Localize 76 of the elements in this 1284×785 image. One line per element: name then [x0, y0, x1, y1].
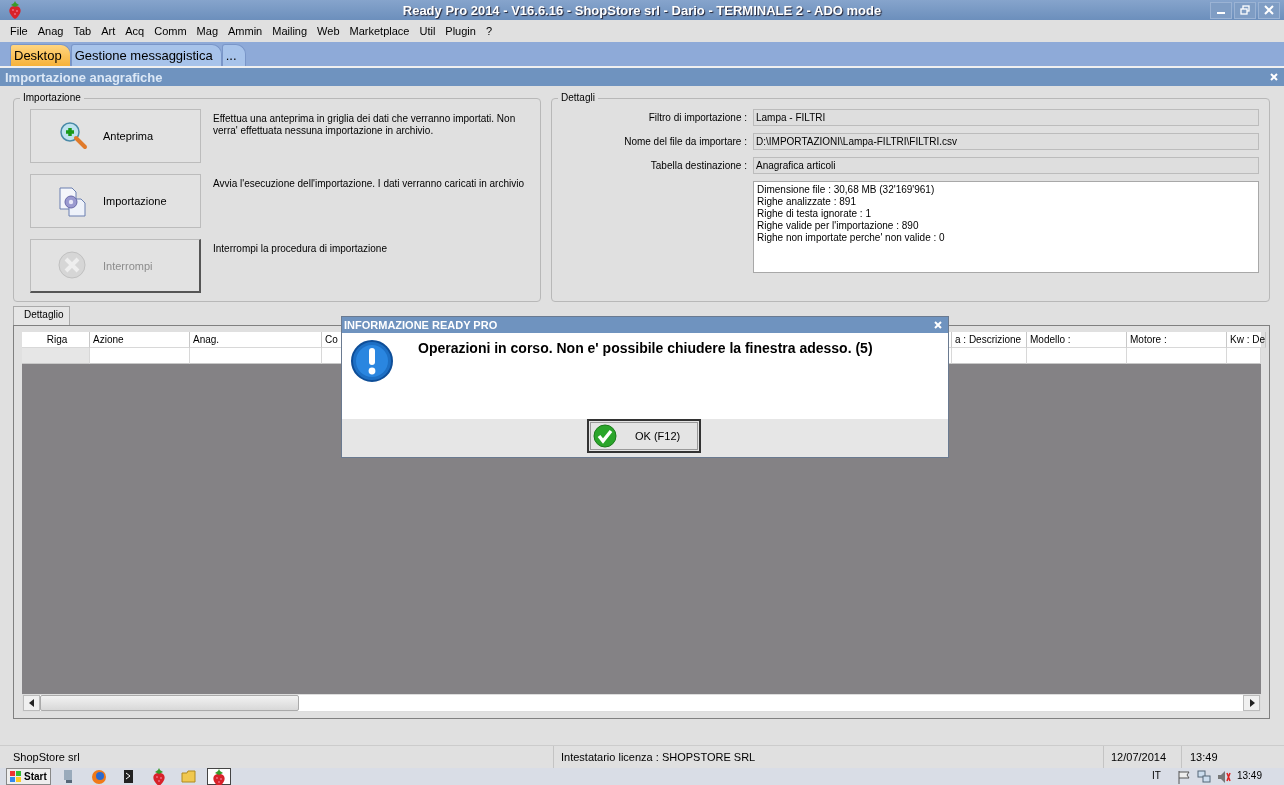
log-line: Righe valide per l'importazione : 890 [757, 220, 920, 232]
network-icon [1196, 770, 1211, 784]
field-label: Nome del file da importare : [623, 135, 747, 149]
dialog-title: INFORMAZIONE READY PRO [344, 318, 498, 331]
filter-cell[interactable] [22, 348, 90, 364]
right-arrow-icon [1248, 699, 1255, 707]
action-button[interactable]: Anteprima [30, 109, 201, 163]
close-button[interactable] [1258, 1, 1280, 19]
checkmark-icon [593, 424, 617, 448]
menu-item[interactable]: Marketplace [344, 25, 415, 37]
cross-circle-icon [57, 249, 89, 282]
scroll-right-button[interactable] [1243, 695, 1260, 711]
restore-button[interactable] [1234, 1, 1256, 19]
left-arrow-icon [28, 699, 35, 707]
ok-button[interactable]: OK (F12) [587, 419, 701, 453]
horizontal-scrollbar[interactable] [22, 694, 1261, 712]
clock-text: 13:49 [1236, 769, 1262, 783]
exclamation-icon [350, 338, 394, 383]
action-button[interactable]: Importazione [30, 174, 201, 228]
taskbar-button[interactable] [206, 768, 231, 785]
action-description: Effettua una anteprima in griglia dei dati che verranno importati. Non verra' effettuata nessuna importazione in archivio. [213, 113, 517, 138]
minimize-icon [1217, 12, 1225, 14]
tab[interactable]: Dettaglio [13, 306, 71, 325]
log-line: Dimensione file : 30,68 MB (32'169'961) [757, 184, 936, 196]
menu-item[interactable]: Anag [32, 25, 69, 37]
action-description: Interrompi la procedura di importazione [213, 243, 388, 256]
close-button[interactable] [1268, 71, 1280, 83]
dialog-message: Operazioni in corso. Non e' possibile chiudere la finestra adesso. (5) [418, 339, 873, 356]
document-gear-icon [57, 185, 89, 217]
restore-icon [1240, 5, 1250, 15]
speaker-icon [1216, 770, 1231, 784]
flag-icon [1176, 770, 1191, 784]
read-only-field: D:\IMPORTAZIONI\Lampa-FILTRI\FILTRI.csv [753, 133, 1259, 150]
window-title: Ready Pro 2014 - V16.6.16 - ShopStore srl - Dario - TERMINALE 2 - ADO mode [402, 2, 882, 18]
window-title: Importazione anagrafiche [5, 69, 163, 85]
menu-item[interactable]: Art [96, 25, 121, 37]
magnifier-plus-icon [57, 120, 89, 152]
strawberry-icon [7, 1, 23, 19]
menu-item[interactable]: Comm [149, 25, 192, 37]
group-title: Importazione [20, 92, 84, 103]
folder-icon [180, 768, 197, 785]
tab[interactable]: ... [221, 44, 246, 66]
status-text: 13:49 [1189, 750, 1219, 765]
log-line: Righe analizzate : 891 [757, 196, 857, 208]
menu-item[interactable]: Tab [68, 25, 97, 37]
group-title: Dettagli [558, 92, 598, 103]
menu-item[interactable]: Acq [120, 25, 150, 37]
tab[interactable]: Gestione messaggistica [70, 44, 222, 66]
log-line: Righe non importate perche' non valide : 0 [757, 232, 946, 244]
language-indicator[interactable]: IT [1152, 768, 1161, 783]
tab[interactable]: Desktop [10, 44, 71, 66]
strawberry-icon [210, 769, 227, 785]
field-label: Filtro di importazione : [647, 111, 747, 125]
menu-item[interactable]: Plugin [440, 25, 481, 37]
close-icon [934, 320, 942, 329]
minimize-button[interactable] [1210, 1, 1232, 19]
menu-item[interactable]: Mailing [267, 25, 313, 37]
menu-item[interactable]: ? [480, 25, 498, 37]
menu-item[interactable]: Mag [191, 25, 223, 37]
read-only-field: Lampa - FILTRI [753, 109, 1259, 126]
close-icon [1270, 73, 1278, 81]
scroll-left-button[interactable] [23, 695, 40, 711]
field-label: Tabella destinazione : [649, 159, 747, 173]
menu-item[interactable]: Util [414, 25, 441, 37]
windows-logo-icon [10, 770, 22, 783]
scroll-thumb[interactable] [40, 695, 299, 711]
start-button[interactable]: Start [6, 768, 51, 785]
menu-item[interactable]: Web [312, 25, 345, 37]
action-description: Avvia l'esecuzione dell'importazione. I dati verranno caricati in archivio [213, 178, 525, 191]
log-line: Righe di testa ignorate : 1 [757, 208, 872, 220]
browser-icon [90, 768, 107, 785]
menu-item[interactable]: File [5, 25, 33, 37]
menu-item[interactable]: Ammin [223, 25, 268, 37]
close-icon [1264, 5, 1274, 15]
strawberry-icon [150, 768, 167, 785]
read-only-field: Anagrafica articoli [753, 157, 1259, 174]
